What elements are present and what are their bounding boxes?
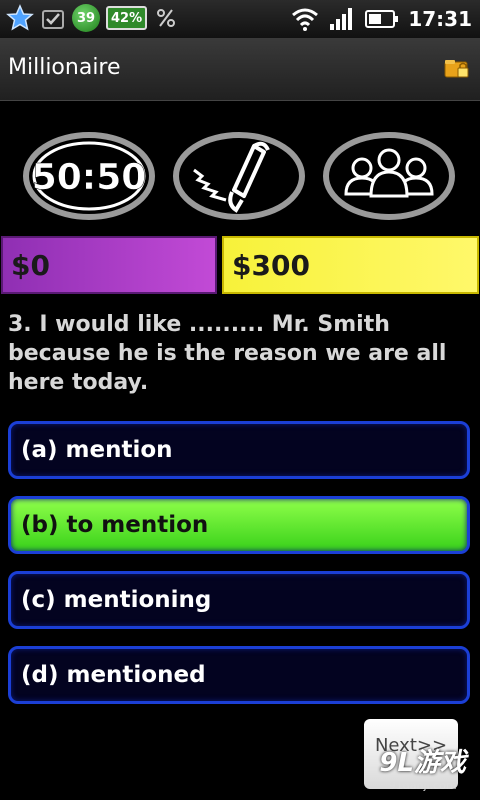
lock-folder-icon[interactable]	[444, 57, 470, 79]
target-prize-value: $300	[232, 249, 310, 282]
watermark-logo: 9L游戏	[379, 748, 466, 778]
watermark-url: 91danji.com	[388, 779, 457, 792]
fifty-fifty-lifeline[interactable]: 50:50	[22, 130, 156, 222]
watermark: 9L游戏 91danji.com	[379, 742, 466, 792]
title-bar: Millionaire	[0, 38, 480, 101]
fifty-fifty-label: 50:50	[32, 157, 147, 198]
status-right: 17:31	[290, 4, 472, 34]
answer-c-label: (c) mentioning	[21, 587, 212, 613]
download-check-icon	[42, 10, 64, 29]
answer-option-b[interactable]: (b) to mention	[8, 496, 470, 554]
app-title: Millionaire	[8, 55, 121, 80]
current-prize-value: $0	[11, 249, 50, 282]
answer-option-c[interactable]: (c) mentioning	[8, 571, 470, 629]
status-left: 39 42%	[6, 4, 179, 32]
status-bar: 39 42% 17:31	[0, 0, 480, 38]
answer-b-label: (b) to mention	[21, 512, 209, 538]
target-prize-bar: $300	[222, 236, 479, 294]
wifi-icon	[292, 8, 319, 31]
lifelines-row: 50:50	[0, 122, 480, 230]
current-prize-bar: $0	[1, 236, 217, 294]
battery-percent-badge: 42%	[106, 6, 148, 30]
usb-percent-icon	[157, 9, 176, 27]
answer-option-d[interactable]: (d) mentioned	[8, 646, 470, 704]
star-icon	[6, 4, 34, 31]
ask-audience-icon[interactable]	[322, 130, 456, 222]
answer-a-label: (a) mention	[21, 437, 173, 463]
clock: 17:31	[408, 7, 472, 31]
answer-option-a[interactable]: (a) mention	[8, 421, 470, 479]
battery-icon	[365, 10, 399, 28]
notification-badge: 39	[72, 4, 100, 32]
answer-d-label: (d) mentioned	[21, 662, 206, 688]
signal-icon	[330, 8, 353, 30]
phone-a-friend-icon[interactable]	[172, 130, 306, 222]
question-text: 3. I would like ......... Mr. Smith beca…	[8, 312, 447, 395]
